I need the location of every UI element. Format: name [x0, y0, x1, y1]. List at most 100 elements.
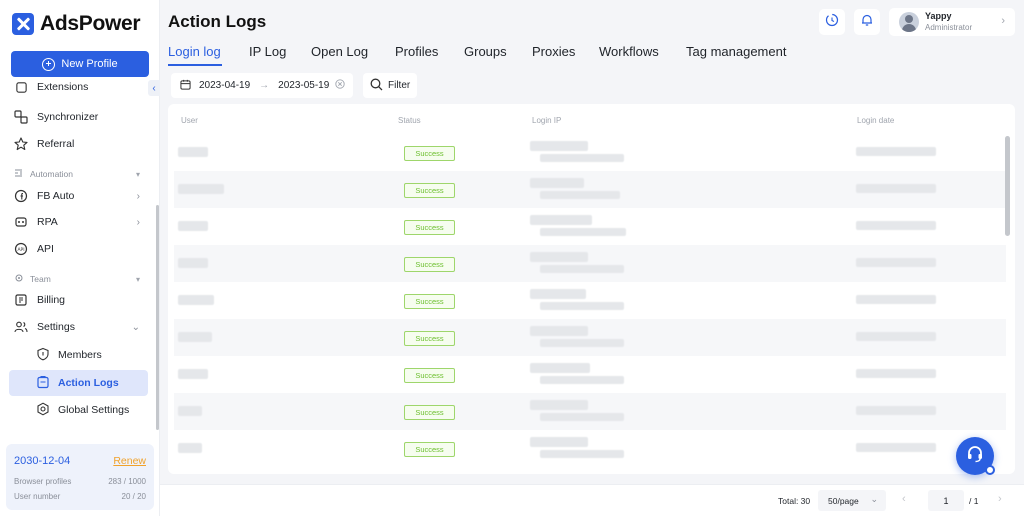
- sidebar-item-fb-auto[interactable]: FB Auto ›: [14, 185, 144, 207]
- sidebar-item-rpa[interactable]: RPA ›: [14, 211, 144, 233]
- table-row[interactable]: Success: [174, 356, 1006, 393]
- adspower-logo-icon: [12, 13, 34, 35]
- status-badge: Success: [404, 294, 455, 309]
- date-cell-redacted: [856, 147, 936, 156]
- column-header-user: User: [181, 116, 198, 125]
- chevron-right-icon: ›: [136, 216, 140, 228]
- table-row[interactable]: Success: [174, 171, 1006, 208]
- sidebar-scrollbar[interactable]: [156, 205, 159, 430]
- api-icon: API: [14, 242, 28, 256]
- page-size-select[interactable]: 50/page ⌄: [818, 490, 886, 511]
- ip-cell-redacted: [540, 191, 620, 199]
- table-scrollbar[interactable]: [1005, 136, 1010, 236]
- date-range-picker[interactable]: 2023-04-19 → 2023-05-19: [171, 73, 353, 98]
- notifications-button[interactable]: [854, 9, 880, 35]
- user-menu[interactable]: Yappy Administrator ›: [889, 8, 1015, 36]
- sidebar-item-label: FB Auto: [37, 190, 75, 202]
- end-date[interactable]: 2023-05-19: [278, 80, 329, 91]
- team-group-header[interactable]: Team ▾: [14, 273, 144, 285]
- sidebar-item-label: RPA: [37, 216, 58, 228]
- tab-profiles[interactable]: Profiles: [395, 44, 438, 59]
- table-row[interactable]: Success: [174, 208, 1006, 245]
- ip-cell-redacted: [530, 252, 588, 262]
- tab-open-log[interactable]: Open Log: [311, 44, 368, 59]
- table-row[interactable]: Success: [174, 282, 1006, 319]
- table-row[interactable]: Success: [174, 134, 1006, 171]
- sidebar-item-label: Global Settings: [58, 404, 130, 416]
- tab-tag-management[interactable]: Tag management: [686, 44, 786, 59]
- login-log-table: User Status Login IP Login date Success …: [168, 104, 1015, 474]
- date-cell-redacted: [856, 221, 936, 230]
- sidebar-item-synchronizer[interactable]: Synchronizer: [14, 106, 144, 128]
- prev-page-button[interactable]: ‹: [902, 493, 906, 505]
- user-cell-redacted: [178, 258, 208, 268]
- start-date[interactable]: 2023-04-19: [199, 80, 250, 91]
- avatar: [899, 12, 919, 32]
- date-cell-redacted: [856, 184, 936, 193]
- sidebar-item-members[interactable]: Members: [36, 344, 146, 366]
- pagination-bar: Total: 30 50/page ⌄ ‹ / 1 ›: [160, 484, 1024, 516]
- tab-proxies[interactable]: Proxies: [532, 44, 575, 59]
- new-profile-button[interactable]: New Profile: [11, 51, 149, 77]
- automation-group-icon: [14, 168, 24, 180]
- brand-logo[interactable]: AdsPower: [12, 12, 141, 36]
- ip-cell-redacted: [540, 302, 624, 310]
- tab-login-log[interactable]: Login log: [168, 44, 221, 59]
- ip-cell-redacted: [540, 339, 624, 347]
- page-count: / 1: [969, 496, 979, 506]
- brand-name: AdsPower: [40, 12, 141, 35]
- shield-icon: [36, 347, 50, 364]
- rpa-icon: [14, 215, 28, 229]
- status-badge: Success: [404, 183, 455, 198]
- tab-groups[interactable]: Groups: [464, 44, 507, 59]
- new-profile-label: New Profile: [61, 58, 118, 70]
- browser-profiles-value: 283 / 1000: [108, 477, 146, 486]
- clipboard-icon: [36, 375, 50, 392]
- status-badge: Success: [404, 368, 455, 383]
- renew-link[interactable]: Renew: [113, 455, 146, 467]
- sidebar-item-extensions[interactable]: Extensions: [14, 82, 144, 98]
- ip-cell-redacted: [530, 363, 590, 373]
- table-row[interactable]: Success: [174, 430, 1006, 467]
- status-badge: Success: [404, 442, 455, 457]
- ip-cell-redacted: [540, 228, 626, 236]
- search-icon: [370, 78, 383, 94]
- plus-circle-icon: [42, 57, 56, 71]
- ip-cell-redacted: [540, 450, 624, 458]
- ip-cell-redacted: [530, 326, 588, 336]
- browser-profiles-row: Browser profiles 283 / 1000: [14, 477, 146, 486]
- sidebar: AdsPower New Profile ‹ Extensions Synchr…: [0, 0, 160, 516]
- date-cell-redacted: [856, 406, 936, 415]
- sidebar-item-api[interactable]: API API: [14, 238, 144, 260]
- page-number-input[interactable]: [928, 490, 964, 511]
- table-row[interactable]: Success: [174, 245, 1006, 282]
- sidebar-item-global-settings[interactable]: Global Settings: [36, 399, 146, 421]
- sync-button[interactable]: [819, 9, 845, 35]
- tab-ip-log[interactable]: IP Log: [249, 44, 286, 59]
- sync-icon: [825, 13, 839, 32]
- synchronizer-icon: [14, 110, 28, 124]
- plan-expiry-date: 2030-12-04: [14, 455, 71, 467]
- sidebar-item-settings[interactable]: Settings ⌄: [14, 316, 144, 338]
- sidebar-item-label: Referral: [37, 138, 75, 150]
- chevron-down-icon: ⌄: [131, 321, 140, 333]
- chevron-down-icon: ⌄: [870, 494, 878, 504]
- sidebar-item-label: Billing: [37, 294, 66, 306]
- column-header-login-date: Login date: [857, 116, 895, 125]
- extensions-icon: [14, 82, 28, 94]
- sidebar-item-action-logs[interactable]: Action Logs: [36, 372, 146, 394]
- next-page-button[interactable]: ›: [998, 493, 1002, 505]
- sidebar-item-referral[interactable]: Referral: [14, 133, 144, 155]
- team-group-label: Team: [30, 274, 51, 284]
- table-row[interactable]: Success: [174, 319, 1006, 356]
- user-name: Yappy: [925, 11, 952, 21]
- ip-cell-redacted: [540, 265, 624, 273]
- automation-group-header[interactable]: Automation ▾: [14, 168, 144, 180]
- sidebar-item-billing[interactable]: Billing: [14, 289, 144, 311]
- clear-date-icon[interactable]: [335, 79, 345, 92]
- svg-text:API: API: [17, 247, 24, 253]
- tab-workflows[interactable]: Workflows: [599, 44, 659, 59]
- table-row[interactable]: Success: [174, 393, 1006, 430]
- filter-button[interactable]: Filter: [363, 73, 417, 98]
- sidebar-item-label: Synchronizer: [37, 111, 99, 123]
